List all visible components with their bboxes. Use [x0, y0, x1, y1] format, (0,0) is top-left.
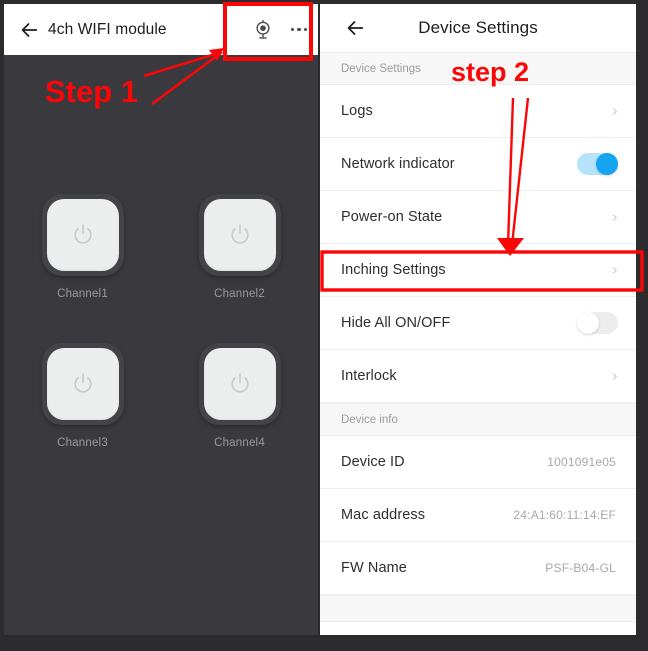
window-bottom-bar — [0, 637, 648, 651]
dot — [297, 27, 301, 32]
row-label: Inching Settings — [341, 262, 446, 278]
row-label: Hide All ON/OFF — [341, 315, 451, 331]
settings-row-hide-all-on-off[interactable]: Hide All ON/OFF — [320, 297, 636, 350]
tutorial-screenshot: 4ch WIFI module Channel1 Channel2 Channe… — [0, 0, 648, 651]
power-icon — [230, 373, 249, 393]
row-label: Mac address — [341, 507, 426, 523]
channel-tile — [198, 343, 281, 425]
app-bar-actions — [252, 4, 310, 55]
toggle-knob — [577, 312, 599, 334]
more-options-icon[interactable] — [288, 19, 310, 41]
window-right-edge — [636, 0, 648, 651]
settings-row-inching-settings[interactable]: Inching Settings › — [320, 244, 636, 297]
channel-2-power-button[interactable] — [203, 199, 276, 271]
toggle-knob — [596, 153, 618, 175]
row-label: Interlock — [341, 368, 397, 384]
footer-band — [320, 595, 636, 622]
window-left-edge — [0, 0, 4, 651]
channel-tile — [198, 194, 281, 276]
device-settings-panel: Device Settings Device Settings Logs › N… — [320, 4, 636, 635]
row-label: Device ID — [341, 454, 405, 470]
section-header-device-info: Device info — [320, 403, 636, 436]
chevron-right-icon: › — [612, 366, 618, 385]
channel-3-power-button[interactable] — [46, 348, 119, 420]
step1-annotation-label: Step 1 — [45, 74, 139, 109]
row-label: Power-on State — [341, 209, 443, 225]
hide-all-on-off-toggle[interactable] — [577, 312, 618, 334]
dot — [303, 27, 308, 32]
channel-4-power-button[interactable] — [203, 348, 276, 420]
window-top-edge — [0, 0, 648, 4]
settings-app-bar: Device Settings — [320, 4, 636, 52]
channel-tile — [41, 194, 124, 276]
chevron-right-icon: › — [612, 101, 618, 120]
channel-cell: Channel1 — [41, 194, 124, 300]
settings-row-power-on-state[interactable]: Power-on State › — [320, 191, 636, 244]
channel-label: Channel2 — [214, 288, 265, 300]
power-icon — [73, 373, 92, 393]
back-arrow-icon[interactable] — [340, 13, 370, 43]
channel-grid: Channel1 Channel2 Channel3 Channel4 — [4, 194, 318, 449]
channel-cell: Channel4 — [198, 343, 281, 449]
channel-cell: Channel3 — [41, 343, 124, 449]
row-value: 24:A1:60:11:14:EF — [513, 508, 616, 522]
channel-label: Channel1 — [57, 288, 108, 300]
info-row-mac-address: Mac address 24:A1:60:11:14:EF — [320, 489, 636, 542]
settings-row-logs[interactable]: Logs › — [320, 85, 636, 138]
dot — [290, 27, 295, 32]
channel-cell: Channel2 — [198, 194, 281, 300]
network-indicator-toggle[interactable] — [577, 153, 618, 175]
chevron-right-icon: › — [612, 260, 618, 279]
page-title: 4ch WIFI module — [48, 20, 167, 38]
row-value: PSF-B04-GL — [545, 561, 616, 575]
settings-row-network-indicator[interactable]: Network indicator — [320, 138, 636, 191]
row-label: FW Name — [341, 560, 407, 576]
back-arrow-icon[interactable] — [14, 15, 44, 45]
webcam-icon[interactable] — [252, 19, 274, 41]
step2-annotation-label: step 2 — [451, 57, 530, 87]
settings-row-interlock[interactable]: Interlock › — [320, 350, 636, 403]
row-label: Logs — [341, 103, 373, 119]
channel-label: Channel4 — [214, 437, 265, 449]
power-icon — [73, 224, 92, 244]
channel-tile — [41, 343, 124, 425]
channel-label: Channel3 — [57, 437, 108, 449]
left-app-bar: 4ch WIFI module — [4, 4, 318, 55]
row-label: Network indicator — [341, 156, 455, 172]
chevron-right-icon: › — [612, 207, 618, 226]
info-row-fw-name: FW Name PSF-B04-GL — [320, 542, 636, 595]
power-icon — [230, 224, 249, 244]
info-row-device-id: Device ID 1001091e05 — [320, 436, 636, 489]
channel-1-power-button[interactable] — [46, 199, 119, 271]
row-value: 1001091e05 — [547, 455, 616, 469]
